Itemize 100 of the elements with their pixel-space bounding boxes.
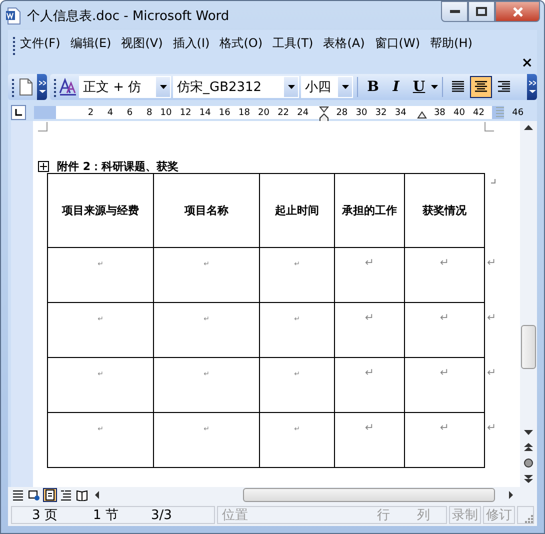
column-header: 承担的工作 (342, 204, 397, 217)
column-header: 起止时间 (275, 204, 319, 217)
new-document-icon[interactable] (17, 77, 35, 97)
outline-view-icon (60, 489, 72, 501)
status-text: 3/3 (151, 508, 172, 522)
web-view-button[interactable] (27, 488, 41, 502)
cell-mark: ↵ (364, 366, 374, 379)
align-justify-icon (451, 81, 465, 93)
row-end-mark: ↵ (487, 420, 496, 434)
align-center-icon (474, 81, 488, 93)
reading-view-icon (76, 489, 88, 501)
italic-button[interactable]: I (385, 76, 407, 98)
cell-mark: ↵ (364, 256, 374, 269)
menu-item[interactable]: 文件(F) (16, 33, 64, 54)
toolbar-options-button[interactable] (37, 74, 47, 100)
ruler-number: 10 (160, 108, 172, 118)
status-text: 列 (417, 507, 430, 524)
resize-grip-icon[interactable] (523, 513, 533, 523)
ruler-number: 38 (434, 108, 446, 118)
maximize-icon (476, 7, 487, 16)
menu-item[interactable]: 插入(I) (168, 33, 214, 54)
ruler-number: 16 (218, 108, 230, 118)
chevron-icon (528, 80, 536, 94)
ruler-number: 2 (88, 108, 94, 118)
ruler-number: 18 (238, 108, 250, 118)
outline-view-button[interactable] (59, 488, 73, 502)
font-size-dropdown[interactable]: 小四 (301, 76, 353, 98)
menu-item[interactable]: 编辑(E) (66, 33, 116, 54)
ruler-number: 34 (394, 108, 406, 118)
gripper-icon[interactable] (12, 35, 16, 55)
row-end-mark: ↵ (487, 256, 496, 268)
status-text: 位置 (222, 507, 249, 524)
close-icon (512, 6, 524, 16)
font-dropdown[interactable]: 仿宋_GB2312 (173, 76, 299, 98)
document-icon (5, 6, 21, 24)
ruler-number: 46 (512, 108, 524, 118)
close-document-button[interactable]: × (521, 55, 533, 71)
column-header: 项目名称 (184, 204, 228, 217)
window-title: 个人信息表.doc - Microsoft Word (27, 8, 230, 24)
toolbar-options-button[interactable] (527, 74, 537, 100)
corner-mark-icon (38, 122, 48, 132)
status-text: 3 页 (32, 507, 58, 524)
ruler-number: 40 (453, 108, 465, 118)
close-button[interactable] (495, 1, 540, 22)
bold-button[interactable]: B (362, 76, 384, 98)
ruler-number: 22 (278, 108, 290, 118)
ruler-number: 42 (473, 108, 484, 118)
corner-mark-icon (484, 122, 494, 132)
normal-view-button[interactable] (11, 488, 25, 502)
caret-icon (288, 85, 294, 89)
menu-item[interactable]: 工具(T) (268, 33, 318, 54)
cell-mark-icon (490, 178, 496, 184)
ruler-number: 14 (199, 108, 211, 118)
print-layout-button[interactable] (43, 488, 57, 502)
tab-stop-icon (15, 109, 22, 116)
ruler-number: 20 (258, 108, 270, 118)
cell-mark: ↵ (364, 311, 374, 324)
caret-icon[interactable] (431, 85, 438, 89)
ruler-number: 6 (126, 108, 133, 118)
status-text: 1 节 (93, 507, 120, 524)
align-right-icon (497, 81, 511, 93)
tab-stop-button[interactable] (11, 105, 26, 120)
gripper-icon[interactable] (53, 77, 57, 97)
row-end-mark: ↵ (487, 366, 496, 378)
table-move-handle-icon[interactable] (38, 160, 49, 172)
caret-icon (342, 85, 348, 89)
print-view-icon (44, 489, 56, 501)
cell-mark: ↵ (440, 366, 450, 379)
scrollbar-thumb[interactable] (243, 488, 495, 502)
normal-view-icon (12, 489, 24, 501)
ruler-number: 4 (107, 108, 114, 118)
row-end-mark: ↵ (487, 310, 496, 324)
scrollbar-thumb[interactable] (521, 325, 536, 369)
ruler-number: 30 (356, 108, 368, 118)
style-dropdown[interactable]: 正文 + 仿 (79, 76, 171, 98)
column-marker-icon[interactable] (496, 106, 504, 118)
column-header: 获奖情况 (422, 204, 466, 217)
underline-button[interactable]: U (408, 76, 430, 98)
status-text: 行 (377, 507, 391, 524)
ruler-number: 28 (336, 108, 348, 118)
heading-text: 附件 2：科研课题、获奖 (57, 158, 178, 174)
menu-item[interactable]: 表格(A) (319, 33, 369, 54)
menu-item[interactable]: 窗口(W) (370, 33, 424, 54)
minimize-button[interactable] (441, 1, 468, 22)
gripper-icon[interactable] (11, 77, 15, 97)
minimize-icon (450, 10, 460, 14)
ruler-number: 8 (146, 108, 152, 118)
right-indent-marker-icon[interactable] (416, 111, 427, 119)
menu-item[interactable]: 格式(O) (216, 33, 267, 54)
menu-item[interactable]: 帮助(H) (426, 33, 476, 54)
maximize-button[interactable] (468, 1, 495, 22)
caret-icon (160, 85, 166, 89)
menu-item[interactable]: 视图(V) (117, 33, 167, 54)
align-center-button[interactable] (470, 76, 492, 98)
cell-mark: ↵ (440, 311, 450, 324)
ruler-number: 32 (375, 108, 387, 118)
reading-view-button[interactable] (75, 488, 89, 502)
status-text: 录制 (452, 507, 478, 524)
styles-icon[interactable] (59, 78, 77, 96)
cell-mark: ↵ (440, 256, 450, 269)
